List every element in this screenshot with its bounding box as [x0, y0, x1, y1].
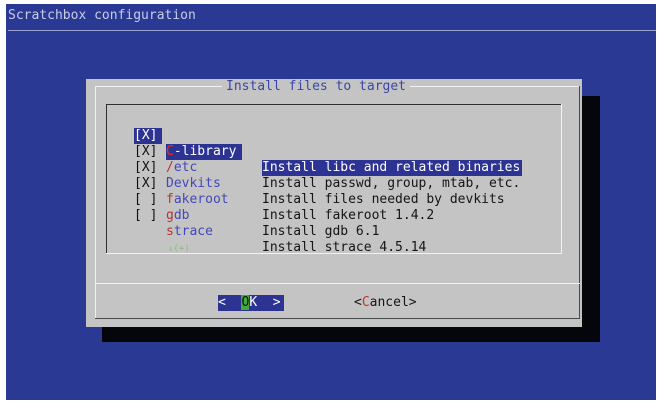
- checklist-border-top: [106, 104, 562, 105]
- checklist-item-etc[interactable]: [X] /etc Install passwd, group, mtab, et…: [134, 128, 554, 191]
- checklist-item-fakeroot[interactable]: [X] fakeroot Install fakeroot 1.4.2: [134, 160, 554, 223]
- install-files-dialog: Install files to target ↓(+) [X] C-libra…: [86, 79, 582, 327]
- checklist-item-gdb[interactable]: [ ] gdb Install gdb 6.1: [134, 176, 554, 239]
- checklist-border-right: [561, 104, 562, 254]
- app-title: Scratchbox configuration: [8, 8, 196, 23]
- hotkey-letter: s: [166, 224, 174, 239]
- checklist-border-left: [106, 104, 107, 254]
- checklist-item-strace[interactable]: [ ] strace Install strace 4.5.14: [134, 192, 554, 255]
- item-tag: strace: [166, 224, 238, 240]
- cancel-button[interactable]: <Cancel>: [354, 295, 417, 311]
- terminal-screen: Scratchbox configuration Install files t…: [6, 4, 656, 400]
- ok-button-rest: K >: [249, 295, 281, 310]
- item-description: Install strace 4.5.14: [262, 240, 427, 255]
- dialog-title: Install files to target: [222, 79, 411, 94]
- cancel-hotkey: C: [361, 295, 370, 310]
- item-description: Install gdb 6.1: [262, 224, 380, 239]
- checklist-item-c-library[interactable]: [X] C-library Install libc and related b…: [134, 112, 554, 176]
- checkbox[interactable]: [ ]: [134, 208, 162, 224]
- ok-button-left: <: [218, 295, 242, 310]
- item-description: Install fakeroot 1.4.2: [262, 208, 435, 223]
- cancel-button-rest: ancel>: [369, 295, 417, 310]
- cancel-button-left: <: [354, 295, 362, 310]
- item-tag-rest: trace: [173, 224, 213, 239]
- title-divider: [8, 30, 656, 31]
- dialog-border-bottom: [95, 318, 580, 319]
- button-separator: [95, 283, 580, 284]
- checklist-item-devkits[interactable]: [X] Devkits Install files needed by devk…: [134, 144, 554, 207]
- ok-button[interactable]: < OK >: [218, 295, 284, 311]
